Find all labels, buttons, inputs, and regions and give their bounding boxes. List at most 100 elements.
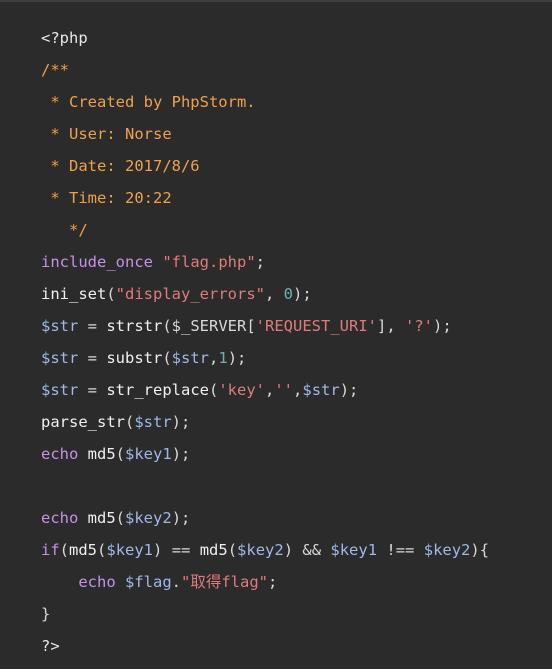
code-token: <?php bbox=[41, 29, 88, 47]
code-editor[interactable]: <?php /** * Created by PhpStorm. * User: … bbox=[0, 0, 552, 669]
code-token: md5 bbox=[199, 541, 228, 559]
code-line: echo md5($key2); bbox=[41, 502, 489, 534]
code-token: $str bbox=[171, 349, 209, 367]
code-token: * Time: 20:22 bbox=[41, 189, 172, 207]
code-line: /** bbox=[41, 54, 489, 86]
code-token: /** bbox=[41, 61, 69, 79]
code-token: ( bbox=[97, 541, 107, 559]
code-token: ( bbox=[106, 285, 116, 303]
code-token: = bbox=[78, 349, 107, 367]
code-line: $str = strstr($_SERVER['REQUEST_URI'], '… bbox=[41, 310, 489, 342]
code-token: $key2 bbox=[423, 541, 471, 559]
code-token: ); bbox=[339, 381, 359, 399]
code-line: $str = substr($str,1); bbox=[41, 342, 489, 374]
code-token: 1 bbox=[218, 349, 228, 367]
code-line: * Date: 2017/8/6 bbox=[41, 150, 489, 182]
code-token: ) && bbox=[283, 541, 331, 559]
code-token: "flag.php" bbox=[162, 253, 256, 271]
code-line: echo $flag."取得flag"; bbox=[41, 566, 489, 598]
code-token: ); bbox=[227, 349, 247, 367]
code-line: ini_set("display_errors", 0); bbox=[41, 278, 489, 310]
code-token: ( bbox=[162, 317, 172, 335]
code-line: parse_str($str); bbox=[41, 406, 489, 438]
code-token: . bbox=[171, 573, 182, 591]
code-block[interactable]: <?php /** * Created by PhpStorm. * User: … bbox=[41, 22, 489, 662]
code-token: echo bbox=[78, 573, 116, 591]
code-token: !== bbox=[377, 541, 424, 559]
code-token: * User: Norse bbox=[41, 125, 172, 143]
code-token: ); bbox=[171, 445, 191, 463]
code-token: ini_set bbox=[41, 285, 107, 303]
code-token: ) == bbox=[153, 541, 200, 559]
code-line: $str = str_replace('key','',$str); bbox=[41, 374, 489, 406]
code-token: ( bbox=[125, 413, 135, 431]
code-token: md5 bbox=[87, 509, 116, 527]
code-token: , bbox=[265, 381, 275, 399]
code-token: $str bbox=[134, 413, 172, 431]
code-token: */ bbox=[41, 221, 88, 239]
code-token: ( bbox=[208, 381, 219, 399]
code-token: * Created by PhpStorm. bbox=[41, 93, 256, 111]
code-token: $str bbox=[41, 349, 79, 367]
code-token: substr bbox=[106, 349, 163, 367]
code-line: ?> bbox=[41, 630, 489, 662]
code-line: * Created by PhpStorm. bbox=[41, 86, 489, 118]
code-token: echo bbox=[41, 509, 79, 527]
code-token: $flag bbox=[125, 573, 172, 591]
code-token: ( bbox=[115, 509, 126, 527]
code-token: ); bbox=[171, 413, 191, 431]
code-token: ?> bbox=[41, 637, 60, 655]
code-token: include_once bbox=[41, 253, 153, 271]
code-line: <?php bbox=[41, 22, 489, 54]
code-token: } bbox=[41, 605, 51, 623]
code-token: $key2 bbox=[237, 541, 284, 559]
code-line: * User: Norse bbox=[41, 118, 489, 150]
code-line: echo md5($key1); bbox=[41, 438, 489, 470]
code-token: ); bbox=[293, 285, 312, 303]
code-token: strstr bbox=[106, 317, 163, 335]
code-token: ], bbox=[377, 317, 405, 335]
code-token: 'key' bbox=[218, 381, 265, 399]
code-token: ( bbox=[227, 541, 238, 559]
code-token: $_SERVER bbox=[171, 317, 247, 335]
code-line: */ bbox=[41, 214, 489, 246]
code-token: '' bbox=[274, 381, 294, 399]
code-token: 'REQUEST_URI' bbox=[255, 317, 377, 335]
code-token: = bbox=[78, 317, 107, 335]
code-token: ; bbox=[268, 573, 278, 591]
code-token: parse_str bbox=[41, 413, 125, 431]
code-token: $key1 bbox=[330, 541, 378, 559]
code-token: ); bbox=[433, 317, 452, 335]
code-line: * Time: 20:22 bbox=[41, 182, 489, 214]
code-token: "取得flag" bbox=[181, 573, 269, 591]
code-token: if bbox=[41, 541, 60, 559]
code-token: ); bbox=[171, 509, 191, 527]
code-token: , bbox=[264, 285, 284, 303]
code-token: '?' bbox=[405, 317, 433, 335]
code-token: $str bbox=[302, 381, 340, 399]
code-token: $key2 bbox=[125, 509, 172, 527]
code-token: [ bbox=[246, 317, 256, 335]
code-token: * Date: 2017/8/6 bbox=[41, 157, 200, 175]
code-line: if(md5($key1) == md5($key2) && $key1 !==… bbox=[41, 534, 489, 566]
code-token: $str bbox=[41, 317, 79, 335]
code-token: echo bbox=[41, 445, 79, 463]
code-line: } bbox=[41, 598, 489, 630]
code-token: ; bbox=[255, 253, 265, 271]
code-token: , bbox=[293, 381, 303, 399]
code-token: ( bbox=[162, 349, 172, 367]
code-token: = bbox=[78, 381, 107, 399]
code-token: $key1 bbox=[106, 541, 154, 559]
code-token: 0 bbox=[283, 285, 293, 303]
code-token: ( bbox=[115, 445, 126, 463]
code-token: md5 bbox=[69, 541, 98, 559]
code-token: md5 bbox=[87, 445, 116, 463]
code-token: ){ bbox=[470, 541, 490, 559]
code-token: $key1 bbox=[125, 445, 172, 463]
code-line: include_once "flag.php"; bbox=[41, 246, 489, 278]
